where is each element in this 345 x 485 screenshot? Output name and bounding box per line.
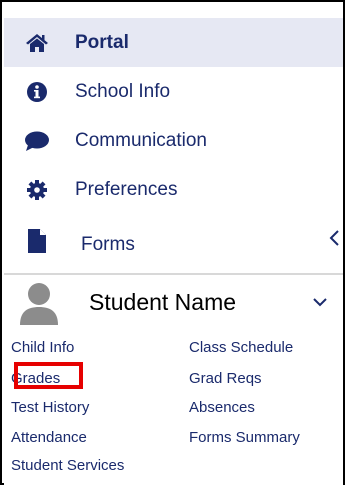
link-class-schedule[interactable]: Class Schedule [189, 339, 293, 356]
nav-label-portal: Portal [75, 31, 129, 53]
student-name: Student Name [89, 289, 237, 315]
link-child-info[interactable]: Child Info [11, 339, 74, 356]
highlight-box [14, 362, 83, 389]
nav-item-forms[interactable]: Forms [4, 216, 343, 270]
nav-label-school-info: School Info [75, 80, 171, 102]
gear-icon [24, 177, 50, 203]
link-attendance[interactable]: Attendance [11, 429, 87, 446]
nav-item-communication[interactable]: Communication [4, 116, 343, 165]
avatar-icon [19, 281, 59, 327]
link-forms-summary[interactable]: Forms Summary [189, 429, 300, 446]
nav-label-communication: Communication [75, 129, 207, 151]
info-icon [24, 79, 50, 105]
nav-item-preferences[interactable]: Preferences [4, 165, 343, 214]
link-absences[interactable]: Absences [189, 399, 255, 416]
nav-label-forms: Forms [81, 234, 135, 255]
link-grad-reqs[interactable]: Grad Reqs [189, 370, 262, 387]
document-icon [24, 228, 50, 254]
chat-bubble-icon [24, 128, 50, 154]
nav-item-school-info[interactable]: School Info [4, 67, 343, 116]
chevron-left-icon[interactable] [327, 228, 343, 248]
home-icon [24, 30, 50, 56]
chevron-down-icon[interactable] [311, 295, 329, 309]
link-test-history[interactable]: Test History [11, 399, 89, 416]
nav-label-preferences: Preferences [75, 178, 178, 200]
nav-item-portal[interactable]: Portal [4, 18, 343, 67]
link-student-services[interactable]: Student Services [11, 457, 124, 474]
student-links: Child Info Grades Test History Attendanc… [4, 331, 343, 485]
navigation-panel: Portal School Info Communication Prefere… [0, 0, 345, 485]
student-selector[interactable]: Student Name [4, 273, 343, 331]
